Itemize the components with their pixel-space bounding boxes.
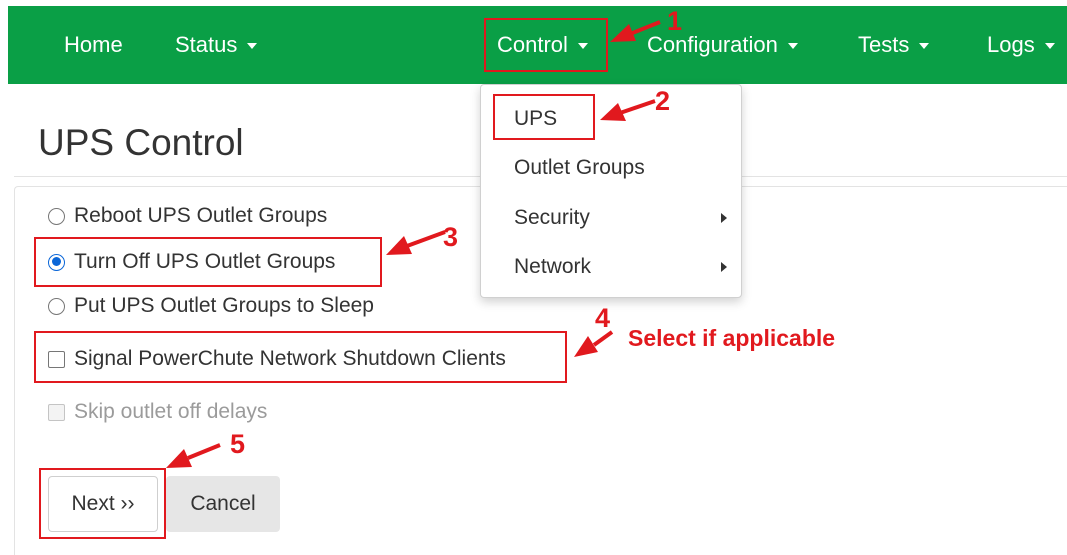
annotation-step-4: 4 <box>595 303 611 333</box>
annotation-step-3: 3 <box>443 222 459 252</box>
annotation-step-5: 5 <box>230 429 246 459</box>
annotation-step-1: 1 <box>667 6 683 36</box>
ups-control-page: Home Status Control Configuration Tests … <box>0 0 1067 555</box>
annotation-step-2: 2 <box>655 86 671 116</box>
annotation-note: Select if applicable <box>628 325 836 351</box>
annotation-arrows <box>166 20 661 468</box>
